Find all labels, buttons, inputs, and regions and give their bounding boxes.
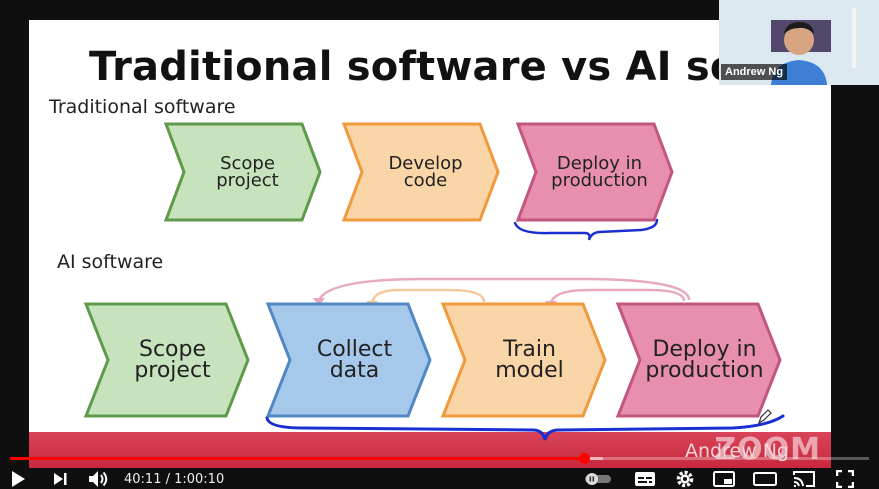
process-step-chevron: Developcode [341, 122, 500, 222]
theater-mode-button[interactable] [751, 468, 779, 489]
fullscreen-icon [836, 470, 854, 488]
fullscreen-button[interactable] [832, 468, 858, 489]
progress-scrubber-handle[interactable] [578, 453, 590, 464]
feedback-arrow-deploy-to-train [549, 288, 686, 304]
miniplayer-icon [713, 471, 735, 487]
theater-icon [753, 472, 777, 486]
process-step-chevron: Deploy inproduction [615, 302, 782, 418]
volume-icon [89, 471, 108, 487]
slide: Scope project Develop code Deploy in producti… [29, 20, 831, 468]
traditional-software-label: Traditional software [49, 96, 236, 118]
process-step-chevron: Scopeproject [83, 302, 250, 418]
chevron-label-line-2: project [134, 358, 211, 383]
next-video-button[interactable] [48, 468, 72, 489]
ai-software-label: AI software [57, 251, 164, 273]
subtitles-button[interactable] [632, 468, 658, 489]
subtitles-icon [635, 472, 655, 486]
autoplay-toggle[interactable] [583, 468, 613, 489]
cast-icon [793, 471, 815, 487]
traditional-flow: ScopeprojectDevelopcodeDeploy inproducti… [163, 122, 674, 222]
player-controls: 40:11 / 1:00:10 [0, 453, 879, 489]
progress-bar[interactable] [10, 453, 869, 464]
feedback-arrow-train-to-collect [370, 288, 486, 304]
chevron-label-line-2: production [645, 358, 763, 383]
process-step-chevron: Deploy inproduction [515, 122, 674, 222]
video-player[interactable]: Scope project Develop code Deploy in producti… [0, 0, 879, 489]
chevron-label-line-2: production [551, 170, 648, 191]
time-display: 40:11 / 1:00:10 [124, 472, 225, 487]
play-button[interactable] [6, 468, 30, 489]
chevron-label-line-2: data [330, 358, 380, 383]
chevron-label-line-2: model [495, 358, 564, 383]
cast-button[interactable] [791, 468, 817, 489]
speaker-webcam: Andrew Ng [719, 0, 879, 85]
autoplay-toggle-icon [585, 473, 611, 485]
chevron-label-line-2: project [216, 170, 278, 191]
process-step-chevron: Trainmodel [440, 302, 607, 418]
progress-played [10, 457, 584, 460]
play-icon [12, 471, 25, 487]
speaker-name-tag: Andrew Ng [721, 64, 788, 80]
process-step-chevron: Scopeproject [163, 122, 322, 222]
chevron-label-line-2: code [404, 170, 447, 191]
ai-flow: ScopeprojectCollectdataTrainmodelDeploy … [83, 302, 782, 418]
settings-button[interactable] [672, 468, 698, 489]
next-icon [54, 473, 67, 485]
settings-icon [676, 470, 694, 488]
miniplayer-button[interactable] [711, 468, 737, 489]
handwritten-brace-top [513, 218, 659, 241]
process-step-chevron: Collectdata [265, 302, 432, 418]
pen-cursor-icon [757, 409, 772, 425]
mute-button[interactable] [86, 468, 112, 489]
